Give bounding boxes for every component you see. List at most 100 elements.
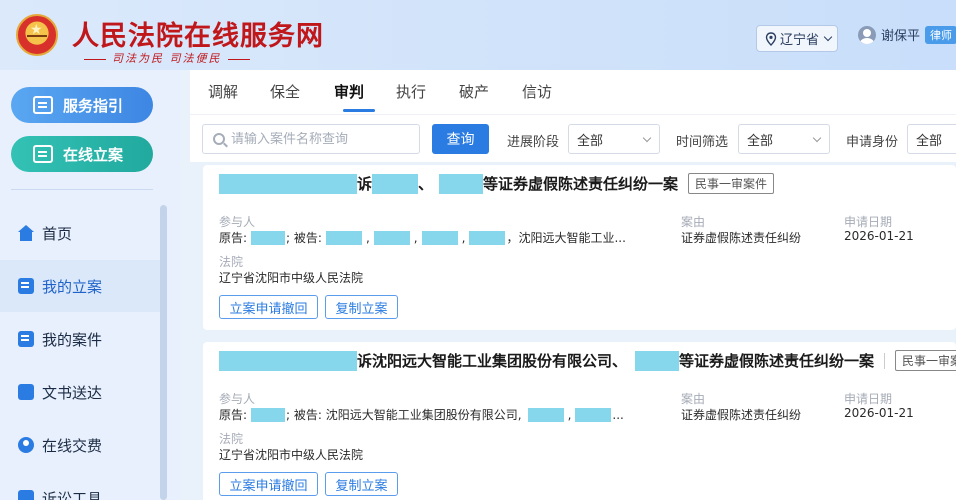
- plaintiff-prefix: 原告:: [219, 408, 248, 422]
- chevron-down-icon: [823, 32, 833, 41]
- withdraw-filing-button[interactable]: 立案申请撤回: [219, 472, 318, 496]
- role-badge: 律师: [925, 25, 956, 44]
- defendant-tail: ，沈阳远大智能工业...: [506, 231, 626, 245]
- stage-filter-label: 进展阶段: [507, 135, 560, 150]
- region-selector[interactable]: 辽宁省: [756, 25, 838, 52]
- case-search-input[interactable]: [231, 131, 411, 147]
- chevron-down-icon: [812, 133, 822, 143]
- search-icon: [213, 133, 225, 145]
- date-value: 2026-01-21: [844, 229, 914, 243]
- sidebar-item-label: 我的立案: [42, 277, 103, 296]
- tools-icon: [18, 490, 34, 500]
- court-emblem-icon: ★: [16, 14, 58, 56]
- main-panel: 调解 保全 审判 执行 破产 信访 查询 进展阶段 全部 时间筛选 全部 申请身…: [180, 70, 956, 500]
- participants-label: 参与人: [219, 392, 256, 406]
- sidebar-item-my-cases[interactable]: 我的案件: [0, 313, 165, 365]
- identity-filter-select[interactable]: 全部: [907, 124, 956, 154]
- redacted-text: [575, 407, 612, 422]
- sidebar-item-document-delivery[interactable]: 文书送达: [0, 366, 165, 418]
- time-filter-label: 时间筛选: [676, 135, 729, 150]
- redacted-text: [373, 230, 410, 245]
- payment-icon: [18, 437, 34, 453]
- copy-filing-button[interactable]: 复制立案: [325, 472, 398, 496]
- case-type-badge: 民事一审案件: [688, 173, 775, 194]
- participants-value: 原告: ; 被告: , , , ，沈阳远大智能工业...: [219, 229, 626, 246]
- case-title-part: 等证券虚假陈述责任纠纷一案: [679, 352, 875, 370]
- tab-trial[interactable]: 审判: [334, 81, 364, 102]
- separator: ,: [567, 407, 572, 422]
- identity-filter-value: 全部: [916, 133, 943, 149]
- user-name: 谢保平: [881, 29, 921, 44]
- case-card: 诉沈阳远大智能工业集团股份有限公司、 等证券虚假陈述责任纠纷一案 民事一审案件 …: [203, 342, 956, 500]
- top-header: ★ 人民法院在线服务网 司法为民 司法便民 辽宁省 谢保平 律师: [0, 0, 956, 70]
- sidebar-scrollbar[interactable]: [160, 205, 167, 500]
- avatar: [858, 25, 876, 44]
- case-card: 诉 、 等证券虚假陈述责任纠纷一案 民事一审案件 参与人 原告: ; 被告: ,…: [203, 165, 956, 330]
- redacted-text: [421, 230, 458, 245]
- filter-bar: 查询 进展阶段 全部 时间筛选 全部 申请身份 全部: [190, 114, 956, 162]
- sidebar: 服务指引 在线立案 首页 我的立案 我的案件 文书送达 在线交费 诉讼工具: [0, 70, 180, 500]
- date-label: 申请日期: [844, 392, 893, 406]
- tab-preservation[interactable]: 保全: [270, 81, 300, 102]
- user-menu[interactable]: 谢保平 律师: [858, 25, 956, 44]
- court-label: 法院: [219, 255, 244, 269]
- case-title-part: 诉沈阳远大智能工业集团股份有限公司、: [357, 352, 628, 370]
- query-button[interactable]: 查询: [432, 124, 489, 154]
- sidebar-item-online-payment[interactable]: 在线交费: [0, 419, 165, 471]
- redacted-text: [469, 230, 506, 245]
- court-label: 法院: [219, 432, 244, 446]
- category-tabs: 调解 保全 审判 执行 破产 信访: [190, 70, 956, 114]
- sidebar-item-litigation-tools[interactable]: 诉讼工具: [0, 472, 165, 500]
- redacted-text: [219, 173, 357, 194]
- date-label: 申请日期: [844, 215, 893, 229]
- sidebar-item-label: 文书送达: [42, 383, 103, 402]
- redacted-text: [251, 407, 286, 422]
- participants-value: 原告: ; 被告: 沈阳远大智能工业集团股份有限公司, , ...: [219, 406, 624, 423]
- copy-filing-button[interactable]: 复制立案: [325, 295, 398, 319]
- region-label: 辽宁省: [780, 33, 820, 48]
- court-value: 辽宁省沈阳市中级人民法院: [219, 448, 364, 462]
- redacted-text: [439, 173, 484, 194]
- active-tab-indicator: [343, 109, 375, 112]
- sidebar-item-label: 诉讼工具: [42, 489, 103, 500]
- file-edit-icon: [33, 145, 53, 163]
- guide-icon: [33, 96, 53, 114]
- service-guide-button[interactable]: 服务指引: [11, 87, 153, 123]
- stage-filter-select[interactable]: 全部: [568, 124, 660, 154]
- site-title[interactable]: 人民法院在线服务网: [72, 14, 324, 53]
- location-pin-icon: [765, 31, 777, 46]
- chevron-down-icon: [642, 133, 652, 143]
- case-type-badge: 民事一审案件: [895, 350, 956, 371]
- case-title-part: 等证券虚假陈述责任纠纷一案: [483, 175, 679, 193]
- sidebar-item-home[interactable]: 首页: [0, 207, 165, 259]
- redacted-text: [635, 350, 680, 371]
- title-divider: [884, 352, 886, 369]
- delivery-icon: [18, 384, 34, 400]
- separator: ,: [461, 230, 466, 245]
- site-slogan: 司法为民 司法便民: [78, 50, 256, 66]
- edit-doc-icon: [18, 278, 34, 294]
- court-value: 辽宁省沈阳市中级人民法院: [219, 271, 364, 285]
- defendant-prefix: ; 被告: 沈阳远大智能工业集团股份有限公司,: [286, 408, 522, 422]
- sidebar-item-my-filings[interactable]: 我的立案: [0, 260, 165, 312]
- slogan-text: 司法为民 司法便民: [112, 52, 222, 65]
- online-filing-button[interactable]: 在线立案: [11, 136, 153, 172]
- plaintiff-prefix: 原告:: [219, 231, 248, 245]
- identity-filter-label: 申请身份: [846, 135, 899, 150]
- time-filter-value: 全部: [747, 133, 774, 149]
- tab-bankruptcy[interactable]: 破产: [459, 81, 489, 102]
- sidebar-item-label: 首页: [42, 224, 73, 243]
- tab-petition[interactable]: 信访: [522, 81, 552, 102]
- sidebar-item-label: 在线交费: [42, 436, 103, 455]
- tab-execution[interactable]: 执行: [396, 81, 426, 102]
- case-title[interactable]: 诉 、 等证券虚假陈述责任纠纷一案 民事一审案件: [219, 173, 775, 194]
- tab-mediation[interactable]: 调解: [208, 81, 238, 102]
- redacted-text: [251, 230, 286, 245]
- separator: ,: [365, 230, 370, 245]
- withdraw-filing-button[interactable]: 立案申请撤回: [219, 295, 318, 319]
- time-filter-select[interactable]: 全部: [738, 124, 830, 154]
- case-title[interactable]: 诉沈阳远大智能工业集团股份有限公司、 等证券虚假陈述责任纠纷一案 民事一审案件: [219, 350, 956, 371]
- redacted-text: [325, 230, 362, 245]
- sidebar-divider: [11, 189, 153, 190]
- redacted-text: [219, 350, 357, 371]
